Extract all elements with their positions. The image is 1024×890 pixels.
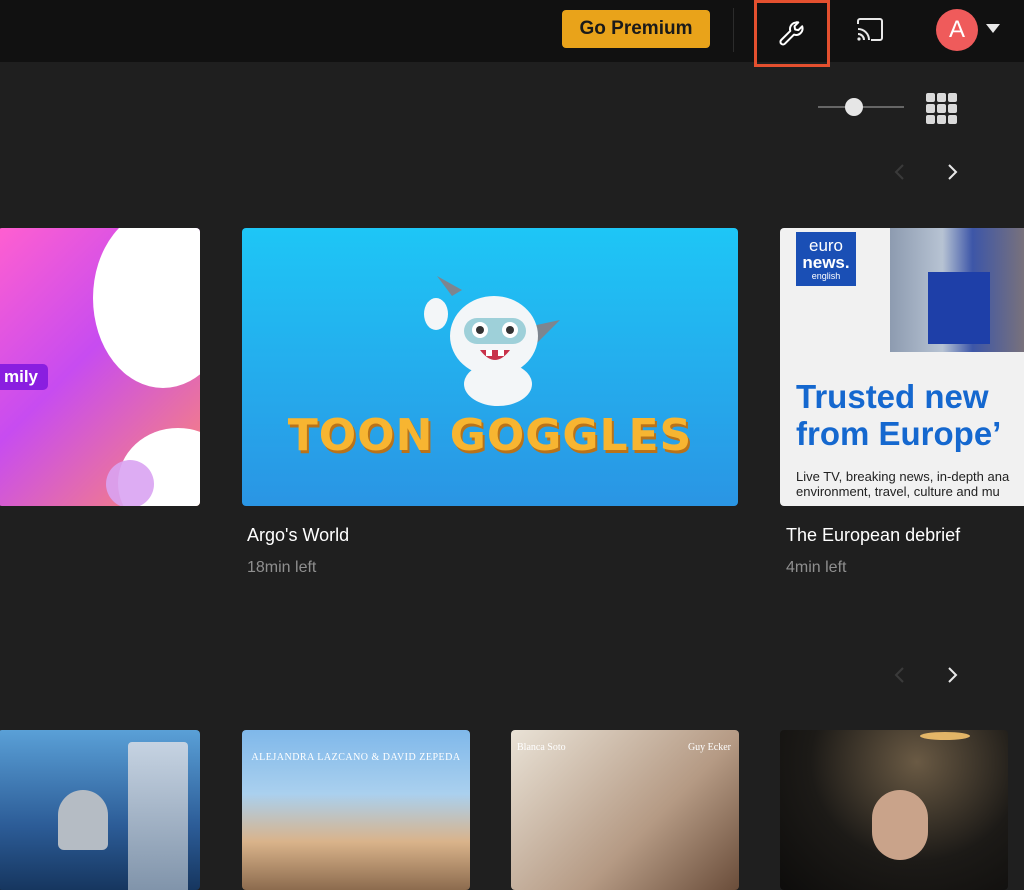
euronews-logo-line2: news. [802, 253, 850, 272]
poster-actor-right: Guy Ecker [687, 742, 731, 753]
headline-line: from Europe’ [796, 415, 1002, 452]
yeti-mascot-icon [424, 276, 560, 406]
family-tag: mily [0, 364, 49, 390]
couple-drama-card[interactable]: Blanca Soto Guy Ecker [511, 730, 739, 890]
chevron-right-icon [948, 667, 958, 683]
family-card[interactable]: mily [0, 228, 200, 506]
user-avatar[interactable]: A [936, 9, 978, 51]
argos-world-title[interactable]: Argo's World [247, 525, 349, 546]
grid-dot [926, 115, 935, 124]
tile-size-slider[interactable] [818, 96, 904, 118]
grid-dot [926, 93, 935, 102]
euronews-logo-line1: euro [808, 236, 844, 255]
documentary-card[interactable] [780, 730, 1008, 890]
poster-actor-left: Blanca Soto [517, 742, 566, 753]
grid-view-icon[interactable] [926, 93, 957, 124]
grid-dot [948, 115, 957, 124]
euronews-tagline: Live TV, breaking news, in-depth ana env… [796, 469, 1024, 499]
european-debrief-title[interactable]: The European debrief [786, 525, 960, 546]
argos-world-card[interactable]: TOON GOGGLES [242, 228, 738, 506]
grid-dot [937, 93, 946, 102]
poster-cast-names: ALEJANDRA LAZCANO & DAVID ZEPEDA [251, 752, 461, 763]
toon-goggles-logo: TOON GOGGLES [287, 410, 693, 461]
eu-flag [928, 272, 990, 344]
chevron-left-icon [894, 164, 904, 180]
headline-line: Trusted new [796, 378, 989, 415]
novela-card[interactable]: ALEJANDRA LAZCANO & DAVID ZEPEDA [242, 730, 470, 890]
european-debrief-card[interactable]: euro news. english Trusted new from Euro… [780, 228, 1024, 506]
thumbnail-shape [93, 228, 200, 388]
go-premium-button[interactable]: Go Premium [562, 10, 710, 48]
top-bar: Go Premium A [0, 0, 1024, 67]
cast-icon [857, 18, 883, 41]
chevron-left-icon [894, 667, 904, 683]
euronews-logo: euro news. english [796, 232, 856, 286]
grid-dot [937, 115, 946, 124]
row2-next-arrow[interactable] [944, 667, 960, 683]
poster-title-art [128, 742, 188, 890]
grid-dot [926, 104, 935, 113]
cast-button[interactable] [852, 14, 888, 46]
robocop-card[interactable] [0, 730, 200, 890]
wrench-icon [779, 20, 804, 45]
poster-lamp [920, 732, 970, 740]
thumbnail-shape [106, 460, 154, 506]
grid-dot [937, 104, 946, 113]
euronews-logo-line3: english [811, 271, 841, 281]
row2-prev-arrow[interactable] [892, 667, 908, 683]
grid-dot [948, 93, 957, 102]
chevron-right-icon [948, 164, 958, 180]
poster-figure [58, 790, 108, 850]
caret-down-icon[interactable] [986, 24, 1000, 33]
european-debrief-time-left: 4min left [786, 559, 847, 576]
euronews-headline: Trusted new from Europe’ [796, 378, 1024, 452]
argos-world-time-left: 18min left [247, 559, 317, 576]
header-divider [733, 8, 734, 52]
tagline-line: environment, travel, culture and mu [796, 484, 1000, 499]
row1-next-arrow[interactable] [944, 164, 960, 180]
poster-figure [872, 790, 928, 860]
settings-button[interactable] [754, 0, 830, 67]
row1-prev-arrow[interactable] [892, 164, 908, 180]
tagline-line: Live TV, breaking news, in-depth ana [796, 469, 1010, 484]
slider-knob[interactable] [845, 98, 863, 116]
grid-dot [948, 104, 957, 113]
